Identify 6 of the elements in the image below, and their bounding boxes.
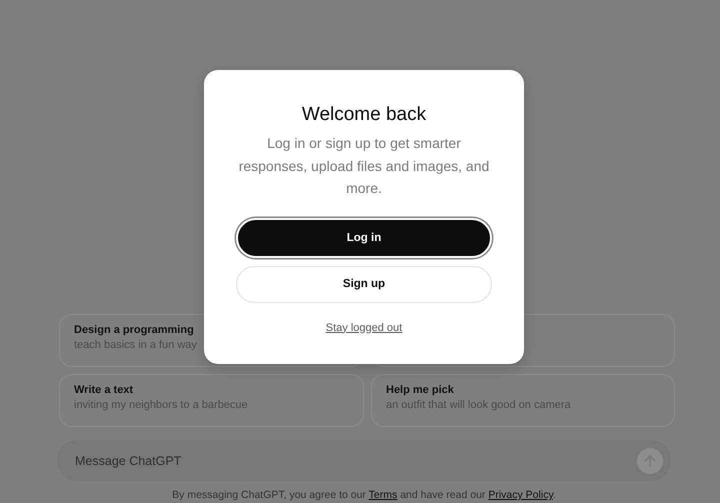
terms-notice: By messaging ChatGPT, you agree to our Terms and have read our Privacy Policy. [171,489,557,501]
suggestion-title: Write a text [74,384,134,396]
dialog-title: Welcome back [302,104,426,126]
suggestion-title: Help me pick [386,384,454,396]
suggestion-title: Design a programming [74,324,194,336]
dialog-message: Log in or sign up to get smarter responses, upload files and images, and more. [238,134,490,198]
